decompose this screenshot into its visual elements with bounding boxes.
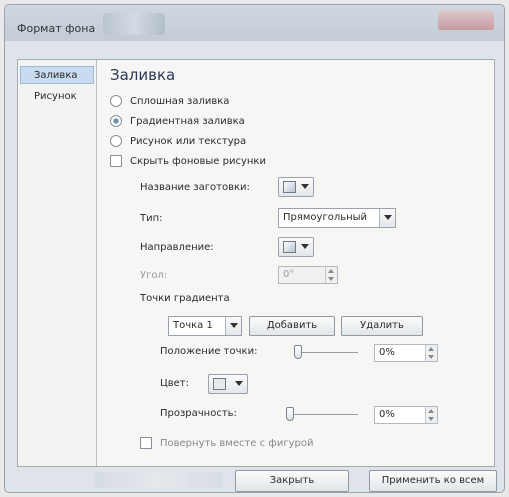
hide-background-label: Скрыть фоновые рисунки	[130, 156, 266, 167]
apply-to-all-button[interactable]: Применить ко всем	[369, 470, 497, 492]
fill-settings: Заливка Сплошная заливка Градиентная зал…	[98, 60, 494, 466]
type-select[interactable]: Прямоугольный	[278, 208, 396, 228]
gradient-fill-label: Градиентная заливка	[130, 116, 245, 127]
stop-position-label: Положение точки:	[160, 346, 258, 357]
add-stop-button[interactable]: Добавить	[249, 316, 335, 336]
dialog-body: Заливка Рисунок Заливка Сплошная заливка…	[17, 59, 495, 467]
gradient-stop-dropdown-button[interactable]	[225, 317, 241, 335]
dialog-title: Формат фона	[17, 22, 96, 35]
transparency-spinner[interactable]: 0%	[374, 406, 438, 424]
type-label: Тип:	[140, 213, 163, 224]
preset-swatch-icon	[283, 181, 296, 193]
hide-background-option[interactable]: Скрыть фоновые рисунки	[110, 154, 266, 170]
chevron-down-icon	[301, 184, 309, 189]
radio-solid-fill[interactable]	[110, 95, 122, 107]
title-bar[interactable]: Формат фона	[5, 5, 504, 41]
type-value: Прямоугольный	[283, 212, 368, 223]
transparency-slider-thumb[interactable]	[286, 407, 294, 421]
gradient-stop-select[interactable]: Точка 1	[168, 316, 242, 336]
chevron-down-icon	[230, 323, 238, 328]
chevron-down-icon	[235, 381, 243, 386]
preset-label: Название заготовки:	[140, 182, 250, 193]
type-dropdown-button[interactable]	[379, 209, 395, 227]
direction-dropdown[interactable]	[278, 237, 314, 257]
color-dropdown[interactable]	[208, 374, 248, 394]
nav-item-fill[interactable]: Заливка	[20, 66, 94, 84]
chevron-down-icon	[301, 244, 309, 249]
transparency-label: Прозрачность:	[160, 408, 237, 419]
rotate-with-shape-checkbox[interactable]	[140, 437, 152, 449]
angle-label: Угол:	[140, 270, 168, 281]
angle-spin-buttons[interactable]	[325, 267, 337, 283]
section-title: Заливка	[110, 66, 176, 84]
color-label: Цвет:	[160, 378, 190, 389]
radio-gradient-fill[interactable]	[110, 115, 122, 127]
paint-bucket-icon	[213, 378, 226, 390]
stop-position-spin-buttons[interactable]	[425, 345, 437, 361]
stop-position-slider-track[interactable]	[294, 352, 358, 353]
angle-spinner[interactable]: 0°	[278, 266, 338, 284]
transparency-value: 0%	[379, 409, 395, 420]
chevron-down-icon	[384, 215, 392, 220]
transparency-spin-buttons[interactable]	[425, 407, 437, 423]
gradient-stop-value: Точка 1	[173, 320, 213, 331]
gradient-stops-label: Точки градиента	[140, 293, 230, 304]
footer-blurred-area	[95, 472, 223, 488]
stop-position-slider-thumb[interactable]	[294, 345, 302, 359]
picture-fill-label: Рисунок или текстура	[130, 136, 247, 147]
picture-fill-option[interactable]: Рисунок или текстура	[110, 134, 246, 150]
stop-position-spinner[interactable]: 0%	[374, 344, 438, 362]
hide-background-checkbox[interactable]	[110, 155, 122, 167]
stop-position-value: 0%	[379, 347, 395, 358]
radio-picture-fill[interactable]	[110, 135, 122, 147]
direction-label: Направление:	[140, 242, 214, 253]
solid-fill-label: Сплошная заливка	[130, 96, 230, 107]
format-background-dialog: Формат фона Заливка Рисунок Заливка Спло…	[4, 4, 505, 493]
nav-item-picture[interactable]: Рисунок	[20, 88, 94, 106]
close-window-button[interactable]	[438, 10, 494, 30]
remove-stop-button[interactable]: Удалить	[341, 316, 423, 336]
close-button[interactable]: Закрыть	[235, 470, 349, 492]
category-nav: Заливка Рисунок	[18, 60, 97, 466]
rotate-with-shape-label: Повернуть вместе с фигурой	[160, 438, 314, 449]
preset-dropdown[interactable]	[278, 177, 314, 197]
gradient-fill-option[interactable]: Градиентная заливка	[110, 114, 245, 130]
solid-fill-option[interactable]: Сплошная заливка	[110, 94, 229, 110]
angle-value: 0°	[283, 269, 295, 280]
rotate-with-shape-option[interactable]: Повернуть вместе с фигурой	[140, 436, 314, 452]
title-bar-blur	[103, 13, 165, 35]
direction-swatch-icon	[283, 241, 296, 253]
transparency-slider-track[interactable]	[286, 414, 358, 415]
